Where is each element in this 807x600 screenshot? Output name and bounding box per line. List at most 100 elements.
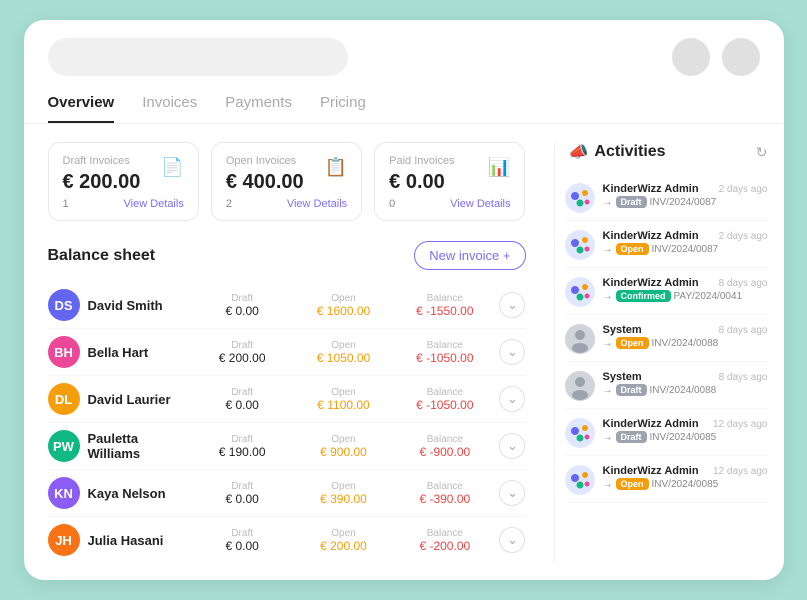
open-value: € 1050.00	[317, 351, 370, 365]
activity-detail: → Draft INV/2024/0087	[603, 196, 768, 208]
activity-arrow: →	[603, 432, 613, 443]
balance-label: Balance	[427, 340, 463, 351]
activity-item: KinderWizz Admin 2 days ago → Open INV/2…	[565, 223, 768, 268]
activity-arrow: →	[603, 338, 613, 349]
activity-user: KinderWizz Admin	[603, 230, 699, 242]
table-row: KN Kaya Nelson Draft € 0.00 Open € 390.0…	[48, 470, 526, 517]
open-value: € 1600.00	[317, 304, 370, 318]
contact-name: David Smith	[88, 298, 188, 313]
user-avatar-2[interactable]	[722, 38, 760, 76]
activity-time: 8 days ago	[719, 372, 768, 383]
activity-detail: → Open INV/2024/0087	[603, 243, 768, 255]
activity-invoice: INV/2024/0085	[650, 432, 717, 443]
open-label: Open	[331, 340, 355, 351]
balance-section: Balance sheet New invoice + DS David Smi…	[48, 241, 526, 563]
activity-arrow: →	[603, 291, 613, 302]
expand-button[interactable]: ⌄	[499, 527, 525, 553]
activity-time: 8 days ago	[719, 325, 768, 336]
status-badge: Open	[616, 243, 649, 255]
activity-avatar	[565, 324, 595, 354]
tab-pricing[interactable]: Pricing	[320, 94, 366, 123]
activity-header-row: KinderWizz Admin 12 days ago	[603, 418, 768, 430]
activity-item: KinderWizz Admin 12 days ago → Draft INV…	[565, 411, 768, 456]
activity-body: KinderWizz Admin 8 days ago → Confirmed …	[603, 277, 768, 302]
open-col: Open € 1050.00	[297, 340, 390, 365]
user-avatar-1[interactable]	[672, 38, 710, 76]
draft-view-details[interactable]: View Details	[124, 198, 184, 210]
tab-overview[interactable]: Overview	[48, 94, 115, 123]
paid-count-badge: 0	[389, 198, 395, 210]
balance-value: € -390.00	[419, 492, 470, 506]
paid-invoices-card: 📊 Paid Invoices € 0.00 0 View Details	[374, 142, 525, 221]
balance-col: Balance € -1550.00	[398, 293, 491, 318]
new-invoice-button[interactable]: New invoice +	[414, 241, 525, 270]
activity-avatar	[565, 230, 595, 260]
contact-name: Pauletta Williams	[88, 431, 188, 461]
table-row: DL David Laurier Draft € 0.00 Open € 110…	[48, 376, 526, 423]
draft-count-badge: 1	[63, 198, 69, 210]
contact-name: Kaya Nelson	[88, 486, 188, 501]
right-panel: 📣 Activities ↻ KinderWizz Admin 2 days a…	[554, 142, 784, 563]
draft-value: € 190.00	[219, 445, 266, 459]
expand-button[interactable]: ⌄	[499, 480, 525, 506]
activity-time: 8 days ago	[719, 278, 768, 289]
open-invoices-card: 📋 Open Invoices € 400.00 2 View Details	[211, 142, 362, 221]
open-label: Open	[331, 293, 355, 304]
activity-user: KinderWizz Admin	[603, 465, 699, 477]
draft-doc-icon: 📄	[161, 157, 183, 178]
table-row: DS David Smith Draft € 0.00 Open € 1600.…	[48, 282, 526, 329]
activity-avatar	[565, 465, 595, 495]
contact-name: Julia Hasani	[88, 533, 188, 548]
activity-detail: → Open INV/2024/0085	[603, 478, 768, 490]
open-value: € 900.00	[320, 445, 367, 459]
paid-view-details[interactable]: View Details	[450, 198, 510, 210]
activity-header-row: KinderWizz Admin 2 days ago	[603, 183, 768, 195]
search-bar[interactable]	[48, 38, 348, 76]
activity-body: KinderWizz Admin 12 days ago → Open INV/…	[603, 465, 768, 490]
status-badge: Draft	[616, 431, 647, 443]
activity-list: KinderWizz Admin 2 days ago → Draft INV/…	[555, 176, 768, 503]
draft-col: Draft € 0.00	[196, 528, 289, 553]
draft-label: Draft	[231, 528, 253, 539]
expand-button[interactable]: ⌄	[499, 386, 525, 412]
contact-avatar: KN	[48, 477, 80, 509]
activity-invoice: INV/2024/0088	[652, 338, 719, 349]
paid-invoices-footer: 0 View Details	[389, 198, 510, 210]
main-card: Overview Invoices Payments Pricing 📄 Dra…	[24, 20, 784, 580]
status-badge: Draft	[616, 384, 647, 396]
tab-payments[interactable]: Payments	[225, 94, 292, 123]
expand-button[interactable]: ⌄	[499, 292, 525, 318]
activity-body: KinderWizz Admin 2 days ago → Draft INV/…	[603, 183, 768, 208]
expand-button[interactable]: ⌄	[499, 339, 525, 365]
activity-time: 12 days ago	[713, 419, 768, 430]
draft-value: € 200.00	[219, 351, 266, 365]
draft-value: € 0.00	[225, 398, 258, 412]
activity-user: System	[603, 371, 642, 383]
activity-item: KinderWizz Admin 8 days ago → Confirmed …	[565, 270, 768, 315]
open-view-details[interactable]: View Details	[287, 198, 347, 210]
activity-body: KinderWizz Admin 2 days ago → Open INV/2…	[603, 230, 768, 255]
open-col: Open € 1600.00	[297, 293, 390, 318]
draft-col: Draft € 0.00	[196, 387, 289, 412]
megaphone-icon: 📣	[569, 142, 589, 162]
expand-button[interactable]: ⌄	[499, 433, 525, 459]
activity-body: System 8 days ago → Open INV/2024/0088	[603, 324, 768, 349]
activity-time: 12 days ago	[713, 466, 768, 477]
tab-invoices[interactable]: Invoices	[142, 94, 197, 123]
balance-col: Balance € -390.00	[398, 481, 491, 506]
activity-user: KinderWizz Admin	[603, 183, 699, 195]
open-col: Open € 390.00	[297, 481, 390, 506]
open-value: € 390.00	[320, 492, 367, 506]
status-badge: Open	[616, 478, 649, 490]
open-label: Open	[331, 434, 355, 445]
refresh-icon[interactable]: ↻	[756, 144, 768, 161]
status-badge: Confirmed	[616, 290, 671, 302]
status-badge: Draft	[616, 196, 647, 208]
contact-avatar: PW	[48, 430, 80, 462]
activity-invoice: INV/2024/0088	[650, 385, 717, 396]
activity-body: KinderWizz Admin 12 days ago → Draft INV…	[603, 418, 768, 443]
draft-label: Draft	[231, 387, 253, 398]
balance-value: € -1050.00	[416, 351, 473, 365]
draft-invoices-footer: 1 View Details	[63, 198, 184, 210]
table-row: JH Julia Hasani Draft € 0.00 Open € 200.…	[48, 517, 526, 563]
